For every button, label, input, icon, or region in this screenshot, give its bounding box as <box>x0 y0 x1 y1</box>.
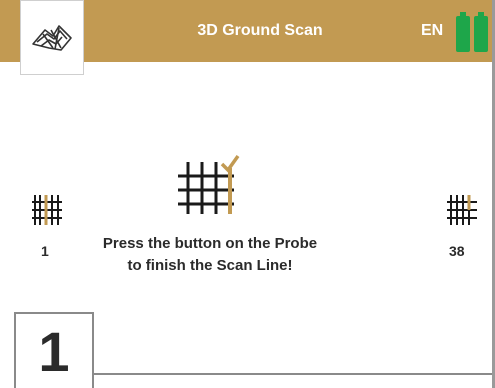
language-button[interactable]: EN <box>421 0 443 62</box>
total-line-number: 38 <box>449 243 465 259</box>
battery-icon <box>474 12 488 52</box>
scan-grid-checkmark-icon <box>178 154 240 214</box>
current-line-number: 1 <box>41 243 49 259</box>
scan-grid-last-line-icon <box>447 195 477 225</box>
page-title: 3D Ground Scan <box>197 22 323 39</box>
battery-icon <box>456 12 470 52</box>
step-indicator: 1 <box>14 312 94 388</box>
instruction-message: Press the button on the Probe to finish … <box>102 235 318 274</box>
scan-grid-first-line-icon <box>32 195 62 225</box>
app-logo[interactable] <box>20 0 84 75</box>
terrain-scan-icon <box>32 24 72 51</box>
step-number: 1 <box>38 320 70 383</box>
scan-screen: 3D Ground Scan EN 1 38 Press the button … <box>0 0 495 388</box>
divider <box>94 373 492 375</box>
